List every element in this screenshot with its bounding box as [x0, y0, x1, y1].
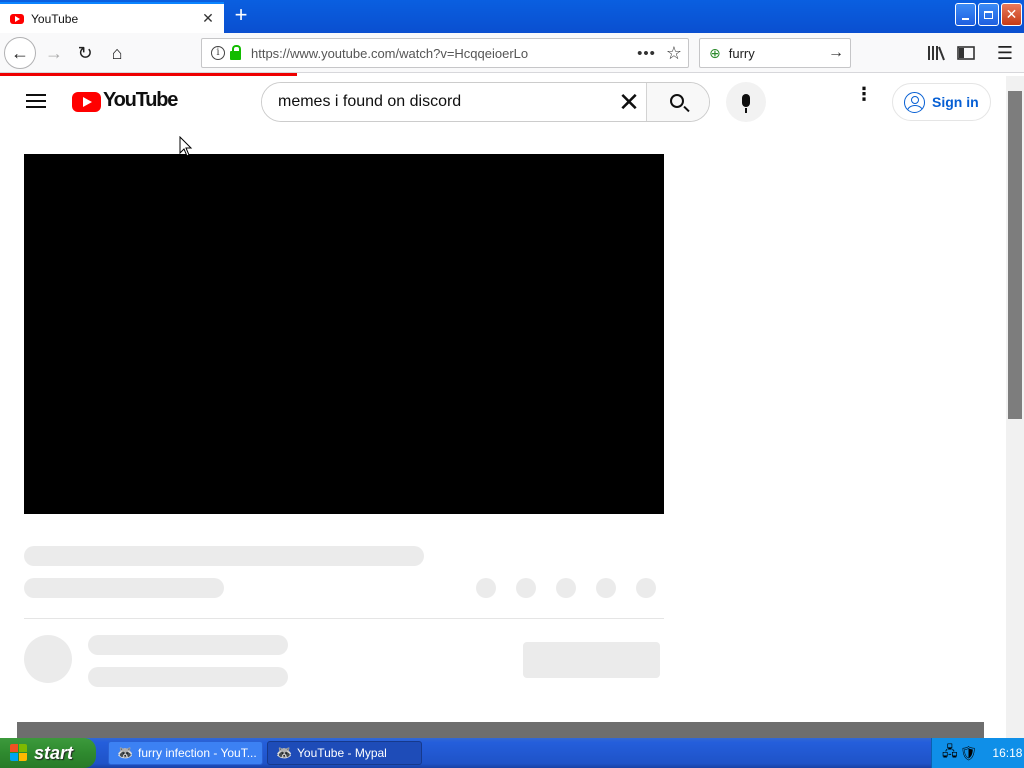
- window-close-button[interactable]: ✕: [1001, 3, 1022, 26]
- action-placeholder: [596, 578, 616, 598]
- action-placeholder: [636, 578, 656, 598]
- subscribe-button-placeholder: [523, 642, 660, 678]
- clock: 16:18: [992, 746, 1023, 760]
- vertical-scroll-thumb[interactable]: [1008, 91, 1022, 419]
- new-tab-button[interactable]: +: [230, 4, 252, 28]
- account-icon: [904, 91, 925, 113]
- youtube-header: YouTube ✕ ⋮ Sign in: [0, 76, 1006, 128]
- action-placeholder: [556, 578, 576, 598]
- action-placeholder: [516, 578, 536, 598]
- action-placeholder: [476, 578, 496, 598]
- tab-title: YouTube: [31, 11, 79, 26]
- url-text[interactable]: https://www.youtube.com/watch?v=Hcqqeioe…: [251, 46, 637, 61]
- youtube-logo-icon[interactable]: [72, 92, 101, 112]
- search-engine-icon[interactable]: ⊕: [709, 45, 721, 62]
- restore-icon: [984, 10, 993, 19]
- subscriber-count-placeholder: [88, 667, 288, 687]
- network-icon[interactable]: 🖧: [942, 741, 958, 765]
- bookmark-star-icon[interactable]: ☆: [666, 43, 682, 64]
- sidebar-icon: [957, 46, 975, 60]
- youtube-search-box: ✕: [261, 82, 710, 122]
- taskbar-item[interactable]: 🦝 furry infection - YouT...: [108, 741, 263, 765]
- youtube-search-button[interactable]: [646, 83, 709, 121]
- clear-search-icon[interactable]: ✕: [612, 83, 646, 121]
- channel-name-placeholder: [88, 635, 288, 655]
- divider: [24, 618, 664, 619]
- library-icon: [928, 46, 945, 61]
- sign-in-label: Sign in: [932, 94, 979, 110]
- search-icon: [669, 93, 684, 108]
- browser-search-bar[interactable]: ⊕ furry →: [699, 38, 851, 68]
- youtube-logo-text[interactable]: YouTube: [103, 89, 178, 112]
- start-button[interactable]: start: [0, 738, 96, 768]
- video-player[interactable]: [24, 154, 664, 514]
- start-label: start: [34, 742, 74, 763]
- youtube-search-input[interactable]: [262, 83, 612, 121]
- video-title-placeholder: [24, 546, 424, 566]
- youtube-favicon-icon: [10, 13, 24, 24]
- microphone-icon: [742, 93, 750, 113]
- url-bar[interactable]: i https://www.youtube.com/watch?v=Hcqqei…: [201, 38, 689, 68]
- taskbar-item-label: YouTube - Mypal: [297, 746, 387, 760]
- tab-strip: YouTube ✕ + ✕: [0, 0, 1024, 33]
- more-options-icon[interactable]: ⋮: [855, 85, 873, 114]
- hamburger-menu-icon[interactable]: [26, 94, 46, 108]
- restore-button[interactable]: [978, 3, 999, 26]
- search-go-icon[interactable]: →: [828, 44, 844, 62]
- site-info-icon[interactable]: i: [211, 46, 225, 60]
- reload-button[interactable]: ↻: [71, 39, 99, 67]
- taskbar-item-active[interactable]: 🦝 YouTube - Mypal: [267, 741, 422, 765]
- channel-avatar-placeholder: [24, 635, 72, 683]
- forward-button[interactable]: →: [40, 39, 68, 67]
- menu-button[interactable]: ☰: [991, 39, 1019, 67]
- back-button[interactable]: ←: [4, 37, 36, 69]
- sidebar-button[interactable]: [952, 39, 980, 67]
- close-icon: ✕: [1005, 6, 1018, 22]
- tab-close-icon[interactable]: ✕: [198, 10, 218, 27]
- taskbar: start 🦝 furry infection - YouT... 🦝 YouT…: [0, 738, 1024, 768]
- minimize-icon: [962, 17, 969, 20]
- browser-search-input[interactable]: furry: [729, 46, 828, 61]
- browser-icon: 🦝: [117, 745, 134, 760]
- system-tray: 🖧 🛡 16:18: [931, 738, 1024, 768]
- sign-in-button[interactable]: Sign in: [892, 83, 991, 121]
- minimize-button[interactable]: [955, 3, 976, 26]
- page-actions-icon[interactable]: •••: [637, 45, 656, 62]
- horizontal-scrollbar[interactable]: [17, 722, 984, 738]
- home-button[interactable]: ⌂: [103, 39, 131, 67]
- navigation-toolbar: ← → ↻ ⌂ i https://www.youtube.com/watch?…: [0, 33, 1024, 73]
- browser-tab[interactable]: YouTube ✕: [0, 2, 224, 33]
- video-meta-placeholder: [24, 578, 224, 598]
- taskbar-item-label: furry infection - YouT...: [138, 746, 257, 760]
- browser-icon: 🦝: [276, 745, 293, 760]
- voice-search-button[interactable]: [726, 82, 766, 122]
- library-button[interactable]: [922, 39, 950, 67]
- windows-logo-icon: [10, 744, 28, 762]
- mouse-cursor-icon: [179, 136, 193, 157]
- lock-icon: [230, 44, 241, 60]
- security-shield-icon[interactable]: 🛡: [960, 745, 978, 762]
